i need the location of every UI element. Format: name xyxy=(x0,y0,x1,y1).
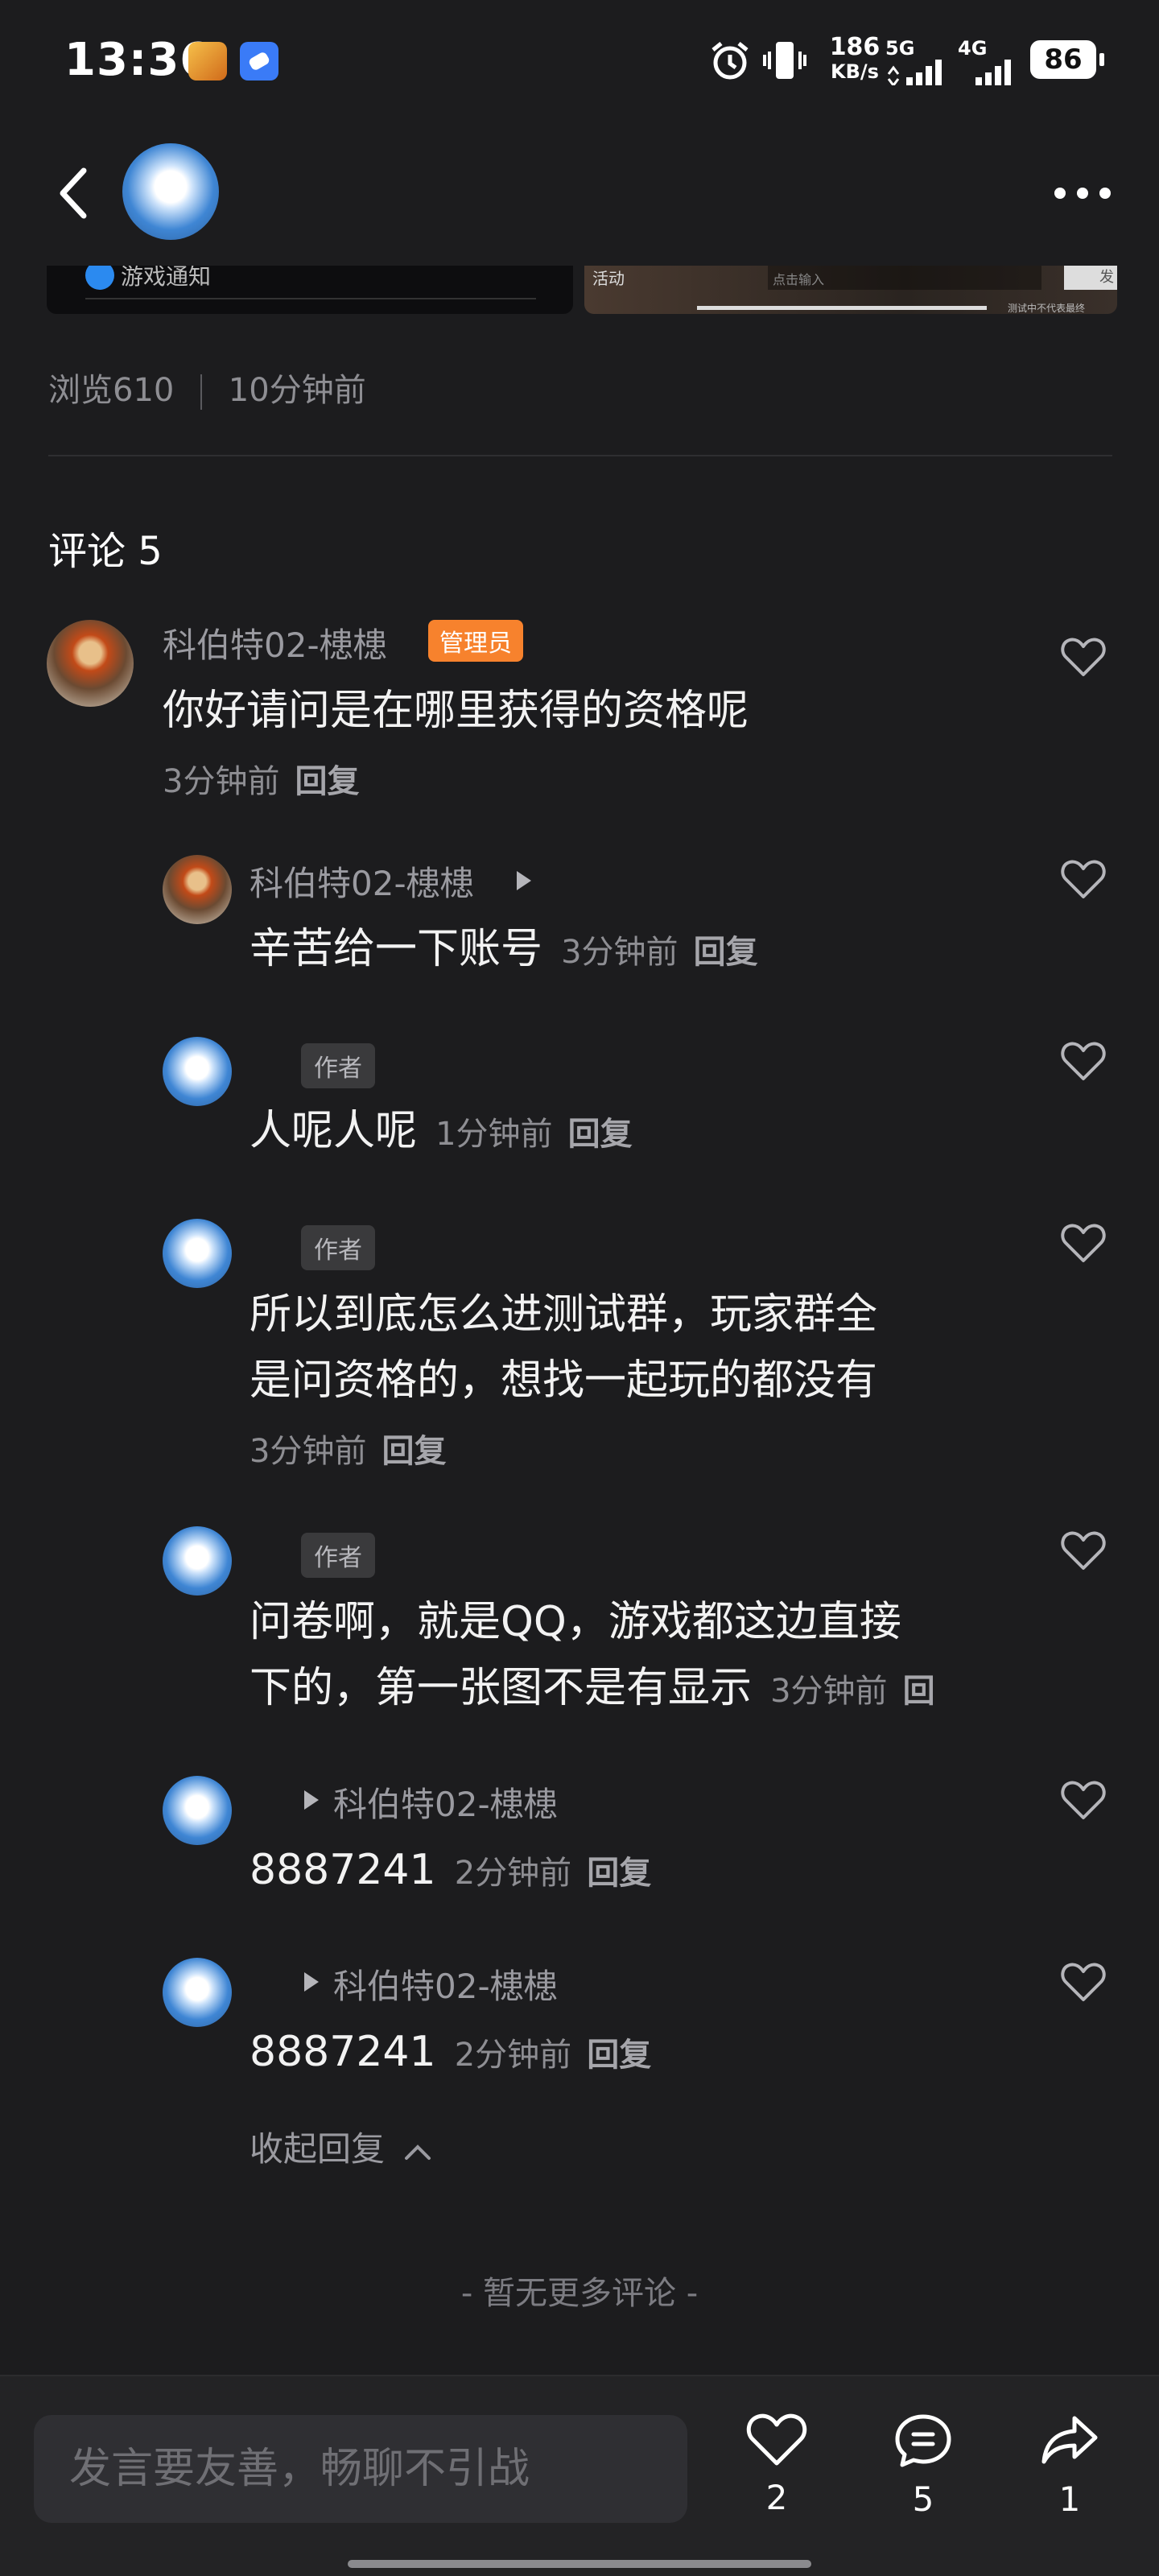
reply-content: 下的，第一张图不是有显示 3分钟前 回 xyxy=(250,1662,935,1715)
commenter-name[interactable]: 科伯特02-槵槵 xyxy=(163,618,387,667)
blue-app-icon xyxy=(240,42,278,80)
comment-action[interactable]: 5 xyxy=(887,2412,959,2519)
reply-text: 8887241 xyxy=(250,1846,436,1894)
reply-text-line2: 是问资格的，想找一起玩的都没有 xyxy=(250,1356,878,1405)
reply-content: 辛苦给一下账号 3分钟前 回复 xyxy=(250,923,758,976)
post-time: 10分钟前 xyxy=(228,372,366,409)
reply-time: 3分钟前 xyxy=(561,934,678,971)
comment-meta: 3分钟前 回复 xyxy=(163,755,360,802)
reply-avatar[interactable] xyxy=(163,855,232,924)
reply-button[interactable]: 回复 xyxy=(587,2037,651,2074)
net-speed: 186 KB/s xyxy=(829,33,881,84)
reply-text: 8887241 xyxy=(250,2028,436,2076)
like-heart-icon[interactable] xyxy=(1061,1961,1106,2003)
status-bar: 13:36 186 KB/s 5G 4G 86 xyxy=(0,0,1159,121)
comment-input[interactable]: 发言要友善，畅聊不引战 xyxy=(34,2415,687,2523)
author-reply-avatar[interactable] xyxy=(163,1037,232,1106)
reply-text-line2: 下的，第一张图不是有显示 xyxy=(250,1664,753,1712)
strip-send-button: 发 xyxy=(1064,266,1117,290)
admin-badge: 管理员 xyxy=(428,620,523,662)
view-count: 浏览610 xyxy=(48,372,175,409)
reply-time: 2分钟前 xyxy=(454,1855,572,1892)
share-action[interactable]: 1 xyxy=(1033,2412,1106,2519)
comment-count: 5 xyxy=(912,2479,934,2519)
comments-title: 评论 5 xyxy=(48,529,163,574)
author-reply-avatar[interactable] xyxy=(163,1776,232,1845)
share-count: 1 xyxy=(1058,2479,1081,2519)
post-meta: 浏览610 10分钟前 xyxy=(48,364,366,411)
alarm-icon xyxy=(711,42,749,80)
strip-progress-bar xyxy=(697,306,987,310)
reply-content: 8887241 2分钟前 回复 xyxy=(250,2025,651,2079)
reply-text: 人呢人呢 xyxy=(250,1107,418,1155)
signal-5g: 5G xyxy=(885,37,950,85)
heart-icon xyxy=(746,2413,807,2466)
notice-text: 游戏通知 xyxy=(121,266,212,290)
reply-button[interactable]: 回 xyxy=(903,1673,935,1710)
no-more-comments: - 暂无更多评论 - xyxy=(460,2275,699,2312)
like-action[interactable]: 2 xyxy=(740,2412,813,2517)
reply-meta: 3分钟前 回复 xyxy=(250,1425,447,1472)
like-heart-icon[interactable] xyxy=(1061,1222,1106,1264)
reply-time: 3分钟前 xyxy=(770,1673,888,1710)
reply-text-line1: 所以到底怎么进测试群，玩家群全 xyxy=(250,1290,878,1339)
author-badge: 作者 xyxy=(301,1225,375,1270)
reply-content: 人呢人呢 1分钟前 回复 xyxy=(250,1104,633,1158)
vibrate-icon xyxy=(763,42,806,79)
strip-input-box: 点击输入 xyxy=(768,266,1041,290)
like-heart-icon[interactable] xyxy=(1061,1040,1106,1082)
chevron-up-icon xyxy=(405,2144,431,2160)
battery-indicator: 86 xyxy=(1030,40,1104,79)
back-arrow-icon[interactable] xyxy=(48,161,105,225)
collapse-label: 收起回复 xyxy=(250,2129,386,2169)
reply-content: 8887241 2分钟前 回复 xyxy=(250,1843,651,1897)
more-options-button[interactable] xyxy=(1054,185,1111,201)
reply-text: 辛苦给一下账号 xyxy=(250,925,543,973)
event-label: 活动 xyxy=(592,269,625,288)
post-image-2[interactable]: 活动 点击输入 发 测试中不代表最终 xyxy=(584,266,1117,314)
strip-caption: 测试中不代表最终 xyxy=(1008,303,1086,314)
reply-button[interactable]: 回复 xyxy=(295,763,360,800)
author-badge: 作者 xyxy=(301,1533,375,1578)
reply-button[interactable]: 回复 xyxy=(694,934,758,971)
reply-time: 1分钟前 xyxy=(435,1116,553,1153)
like-heart-icon[interactable] xyxy=(1061,1530,1106,1571)
author-reply-avatar[interactable] xyxy=(163,1526,232,1596)
author-badge: 作者 xyxy=(301,1043,375,1088)
author-avatar[interactable] xyxy=(122,143,219,240)
commenter-avatar[interactable] xyxy=(47,620,134,707)
comment-text: 你好请问是在哪里获得的资格呢 xyxy=(163,687,749,735)
signal-4g: 4G xyxy=(958,37,1022,85)
like-count: 2 xyxy=(765,2478,788,2517)
like-heart-icon[interactable] xyxy=(1061,636,1106,678)
reply-button[interactable]: 回复 xyxy=(382,1433,447,1470)
post-images-strip: 游戏通知 活动 点击输入 发 测试中不代表最终 xyxy=(47,266,1117,314)
comment-time: 3分钟前 xyxy=(163,763,280,800)
collapse-replies-button[interactable]: 收起回复 xyxy=(250,2122,432,2171)
play-triangle-icon xyxy=(517,871,531,890)
reply-button[interactable]: 回复 xyxy=(568,1116,633,1153)
reply-name[interactable]: 科伯特02-槵槵 xyxy=(250,857,474,906)
reply-time: 3分钟前 xyxy=(250,1433,367,1470)
reply-button[interactable]: 回复 xyxy=(587,1855,651,1892)
author-reply-avatar[interactable] xyxy=(163,1958,232,2027)
reply-text-line1: 问卷啊，就是QQ，游戏都这边直接 xyxy=(250,1598,901,1646)
post-image-1[interactable]: 游戏通知 xyxy=(47,266,573,314)
reply-to-arrow-icon xyxy=(304,1790,319,1810)
reply-target-name[interactable]: 科伯特02-槵槵 xyxy=(333,1959,558,2008)
like-heart-icon[interactable] xyxy=(1061,858,1106,900)
comment-bubble-icon xyxy=(895,2414,951,2467)
notice-icon xyxy=(85,266,114,290)
like-heart-icon[interactable] xyxy=(1061,1779,1106,1821)
share-arrow-icon xyxy=(1041,2416,1098,2464)
home-indicator[interactable] xyxy=(348,2560,811,2568)
divider xyxy=(48,455,1112,456)
reply-to-arrow-icon xyxy=(304,1972,319,1992)
author-reply-avatar[interactable] xyxy=(163,1219,232,1288)
reply-target-name[interactable]: 科伯特02-槵槵 xyxy=(333,1777,558,1827)
game-app-icon xyxy=(188,42,227,80)
reply-time: 2分钟前 xyxy=(454,2037,572,2074)
